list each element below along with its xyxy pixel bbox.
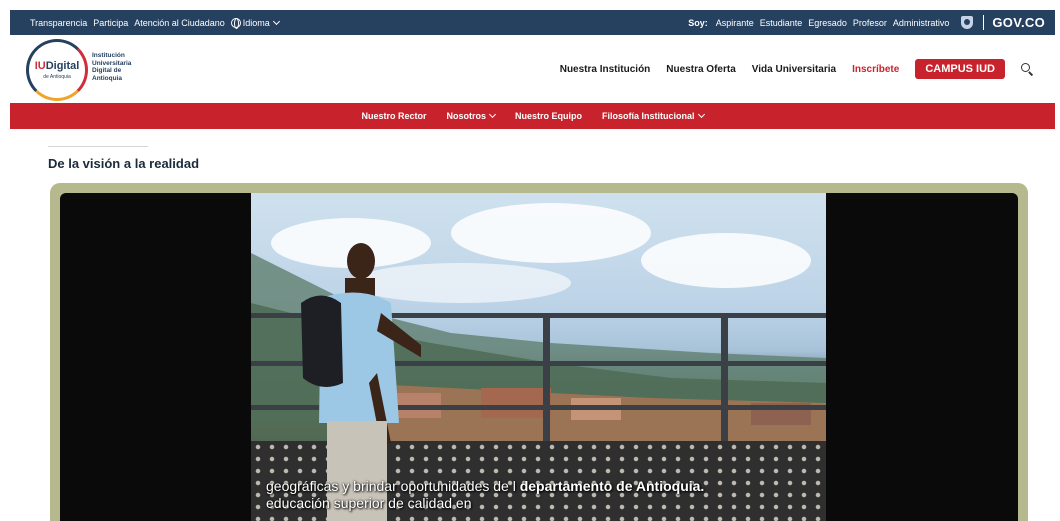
gov-divider [983,15,985,30]
video-subtitles: geográficas y brindar oportunidades de l… [266,478,705,511]
video-frame: geográficas y brindar oportunidades de l… [50,183,1028,521]
section-title: De la visión a la realidad [48,156,200,171]
audience-links: Soy: Aspirante Estudiante Egresado Profe… [688,15,1045,30]
audience-administrativo[interactable]: Administrativo [893,18,950,28]
video-frame-image [251,193,826,521]
main-nav: Nuestra Institución Nuestra Oferta Vida … [560,35,1033,103]
audience-aspirante[interactable]: Aspirante [716,18,754,28]
iud-logo[interactable]: IUDigital de Antioquia [26,39,88,101]
language-label: Idioma [242,17,270,28]
globe-icon [230,17,241,29]
gov-links: Transparencia Participa Atención al Ciud… [30,17,280,29]
campus-iud-button[interactable]: CAMPUS IUD [915,59,1005,79]
subnav-nosotros[interactable]: Nosotros [446,110,497,121]
logo-subtext: de Antioquia [43,73,71,80]
sub-nav: Nuestro Rector Nosotros Nuestro Equipo F… [10,103,1055,129]
video-player[interactable]: geográficas y brindar oportunidades de l… [60,193,1018,521]
section-divider [48,146,148,147]
language-selector[interactable]: Idioma [230,17,280,29]
logo-wordmark: IUDigital [34,59,80,72]
nav-vida-universitaria[interactable]: Vida Universitaria [752,64,836,75]
chevron-down-icon [488,110,497,119]
audience-egresado[interactable]: Egresado [808,18,847,28]
search-icon[interactable] [1021,63,1033,75]
link-participa[interactable]: Participa [93,18,128,28]
shield-icon [961,16,974,29]
nav-nuestra-oferta[interactable]: Nuestra Oferta [666,64,735,75]
subnav-filosofia-institucional[interactable]: Filosofía Institucional [602,110,705,121]
subnav-nuestro-equipo[interactable]: Nuestro Equipo [515,111,582,121]
nav-inscribete[interactable]: Inscríbete [852,64,899,75]
soy-label: Soy: [688,17,708,28]
person-figure [301,243,421,521]
gov-top-bar: Transparencia Participa Atención al Ciud… [10,10,1055,35]
chevron-down-icon [697,110,705,119]
audience-profesor[interactable]: Profesor [853,18,887,28]
site-header: IUDigital de Antioquia Institución Unive… [10,35,1055,103]
subnav-nuestro-rector[interactable]: Nuestro Rector [361,111,426,121]
link-transparencia[interactable]: Transparencia [30,18,87,28]
logo-institution-name: Institución Universitaria Digital de Ant… [92,52,132,82]
nav-nuestra-institucion[interactable]: Nuestra Institución [560,64,651,75]
gov-co-logo[interactable]: GOV.CO [992,15,1045,30]
link-atencion-ciudadano[interactable]: Atención al Ciudadano [134,18,225,28]
chevron-down-icon [272,17,280,25]
audience-estudiante[interactable]: Estudiante [760,18,803,28]
